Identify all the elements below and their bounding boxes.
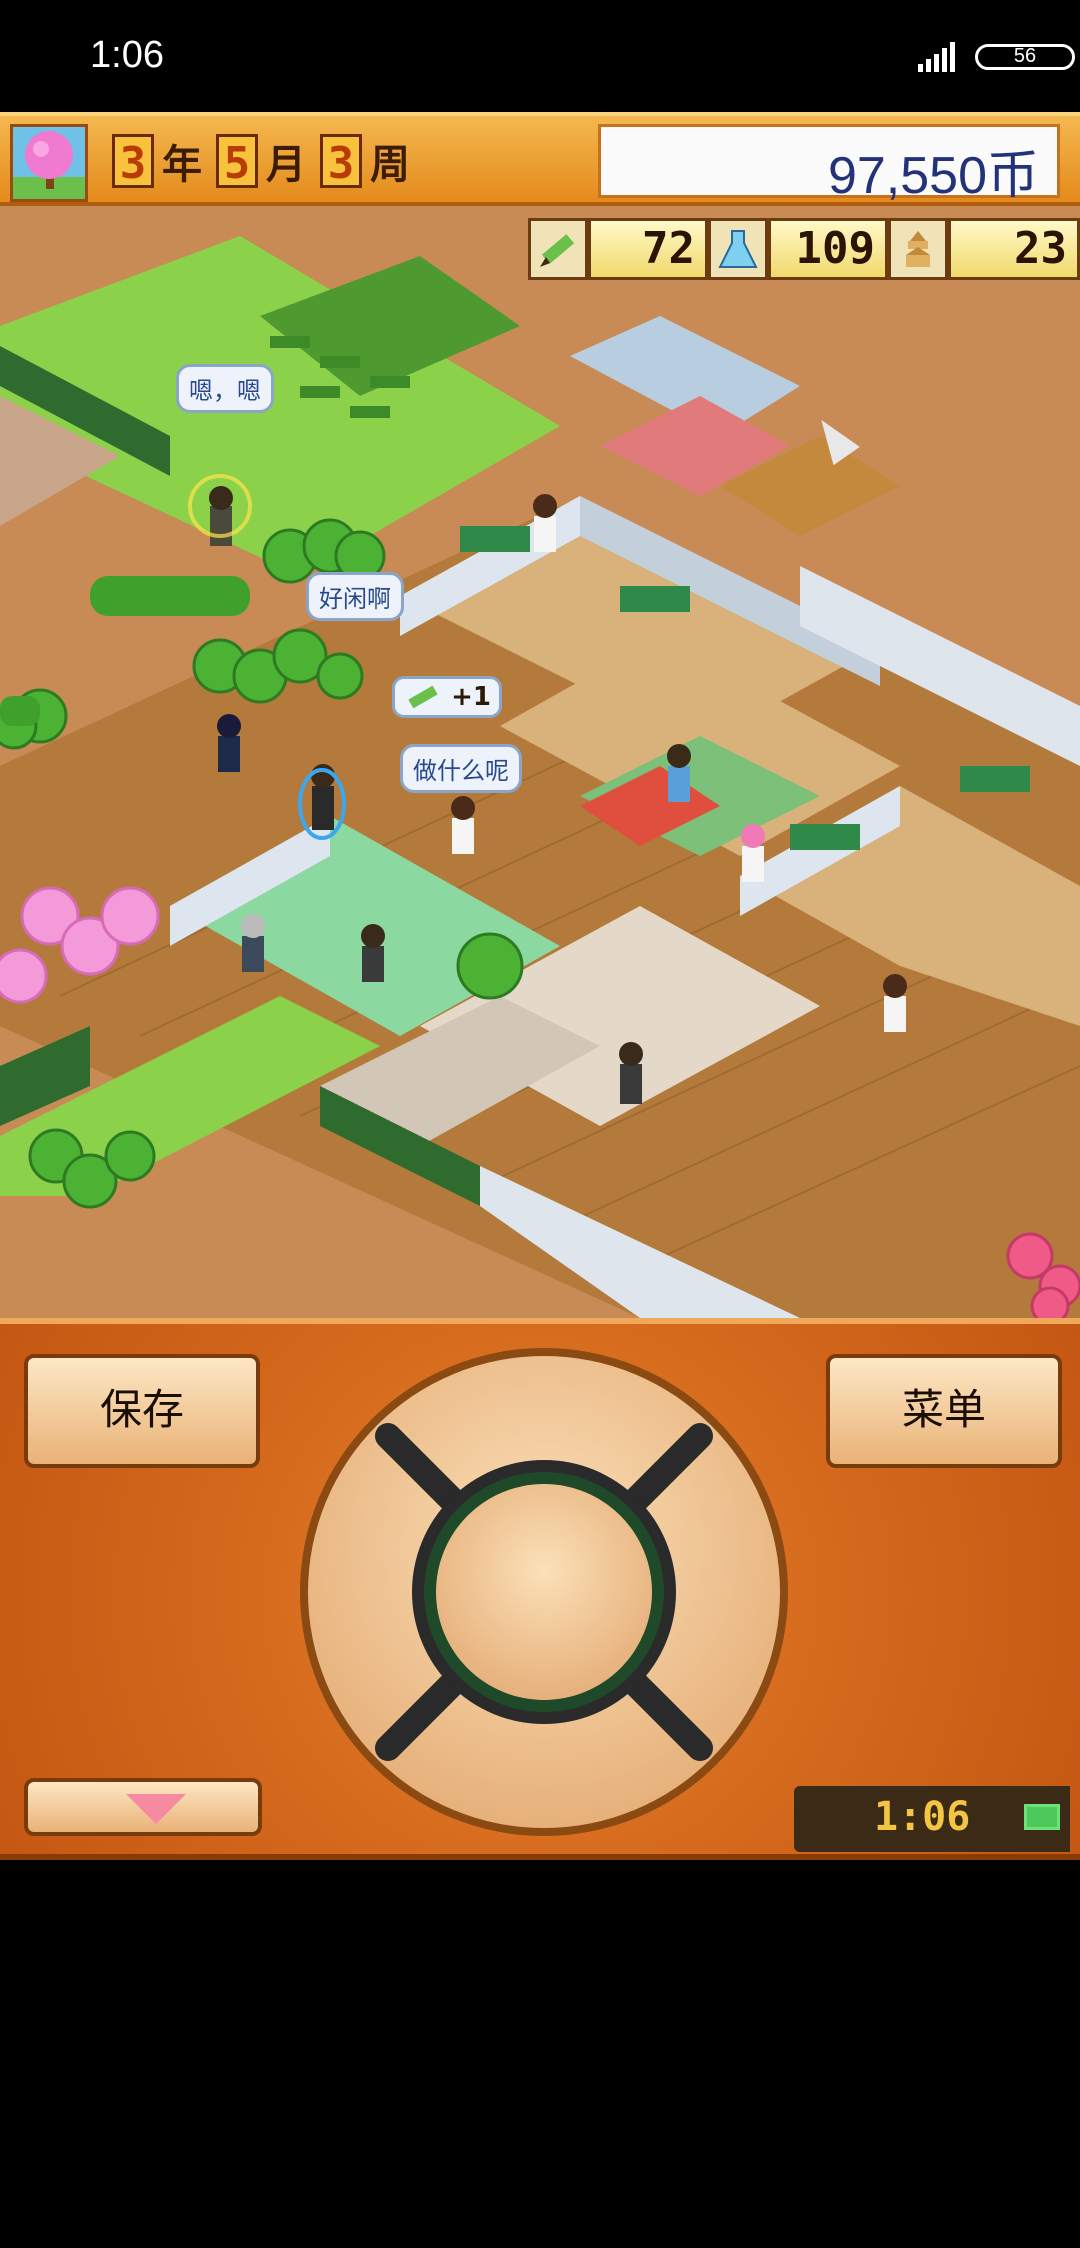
bonus-value: +1 [451,682,491,712]
date-display: 3 年 5 月 3 周 [112,128,416,194]
control-panel: 保存 菜单 1:06 [0,1318,1080,1860]
navigation-area [0,1860,1080,2248]
bonus-popup: +1 [392,676,502,718]
stat-value-study: 72 [588,218,708,280]
money-display: 97,550币 [598,124,1060,205]
money-value: 97,550币 [827,147,1039,205]
status-bar: 1:06 56 [0,0,1080,112]
speech-bubble: 做什么呢 [400,744,522,793]
battery-icon: 56 [975,44,1075,70]
down-arrow-icon [126,1794,186,1824]
pencil-icon [408,685,438,709]
flask-icon [708,218,768,280]
speech-bubble: 嗯，嗯 [176,364,274,413]
game-map[interactable]: 72 109 23 嗯，嗯 好闲啊 做什么呢 +1 [0,206,1080,1318]
speech-bubble: 好闲啊 [306,572,404,621]
pencil-icon [528,218,588,280]
stats-bar: 72 109 23 [528,218,1080,284]
menu-button[interactable]: 菜单 [826,1354,1062,1468]
battery-icon [1024,1804,1060,1830]
game-clock: 1:06 [794,1786,1070,1852]
game-top-bar: 3 年 5 月 3 周 97,550币 [0,112,1080,206]
pagoda-icon [888,218,948,280]
month-number: 5 [216,134,258,189]
signal-icon [918,42,955,72]
scroll-down-button[interactable] [24,1778,262,1836]
cherry-tree-icon[interactable] [10,124,88,202]
week-unit: 周 [370,142,410,188]
year-unit: 年 [162,142,202,188]
month-unit: 月 [266,142,306,188]
clock-time: 1:06 [874,1794,971,1840]
year-number: 3 [112,134,154,189]
week-number: 3 [320,134,362,189]
dpad[interactable] [296,1344,792,1840]
save-button[interactable]: 保存 [24,1354,260,1468]
status-time: 1:06 [90,34,164,76]
stat-value-culture: 23 [948,218,1080,280]
battery-level: 56 [1013,45,1037,67]
school-isometric-scene [0,206,1080,1318]
stat-value-science: 109 [768,218,888,280]
